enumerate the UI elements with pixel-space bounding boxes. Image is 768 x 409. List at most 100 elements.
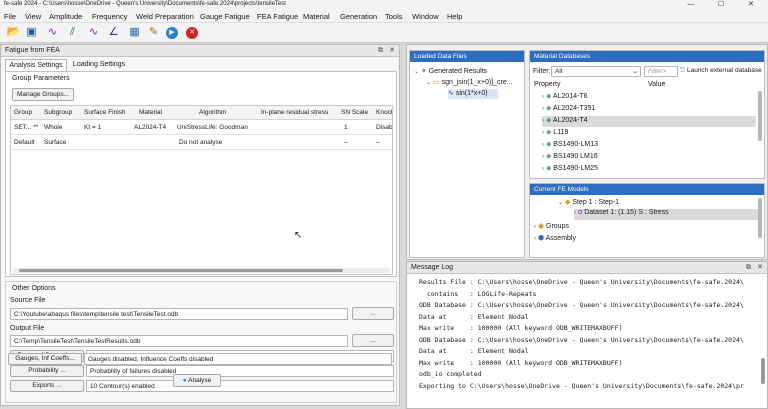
- material-name: AL2024-T351: [552, 105, 596, 112]
- menu-frequency[interactable]: Frequency: [92, 12, 127, 21]
- run-icon[interactable]: ▶: [166, 27, 178, 39]
- exports-status: 10 Contour(s) enabled: [86, 380, 394, 392]
- list-item[interactable]: › ◈ BS1490-LM25: [542, 164, 756, 175]
- material-name: AL2024-T4: [552, 117, 588, 124]
- table-scrollbar[interactable]: [13, 268, 390, 273]
- exports-button[interactable]: Exports ...: [10, 380, 84, 392]
- mouse-cursor-icon: ↖: [294, 230, 303, 241]
- log-line: Results File : C:\Users\hosse\OneDrive -…: [419, 278, 744, 286]
- plot-tool-icon[interactable]: ∠: [106, 25, 121, 40]
- table-tool-icon[interactable]: ▦: [127, 25, 142, 40]
- minimize-button[interactable]: —: [680, 0, 702, 10]
- menu-window[interactable]: Window: [412, 12, 439, 21]
- notes-tool-icon[interactable]: ✎: [146, 25, 161, 40]
- cell-group: Default: [14, 139, 35, 146]
- fe-models-scrollbar[interactable]: [758, 198, 762, 238]
- frequency-tool-icon[interactable]: ⫽: [65, 25, 80, 40]
- table-row[interactable]: Default Surface Do not analyse -- --: [11, 136, 392, 150]
- cell-subgroup: Whole: [44, 124, 63, 131]
- list-item-selected[interactable]: › ◈ AL2024-T4: [542, 116, 756, 127]
- output-file-field[interactable]: C:\Temp\TensileTest\TensileTestResults.o…: [10, 335, 348, 347]
- source-file-field[interactable]: C:\Youtube\abaqus files\temp\tensile tes…: [10, 308, 348, 320]
- menu-fea-fatigue[interactable]: FEA Fatigue: [257, 12, 298, 21]
- material-name: BS1490-LM13: [553, 141, 599, 148]
- chevron-right-icon[interactable]: ›: [534, 236, 536, 242]
- stop-icon[interactable]: ✕: [186, 27, 198, 39]
- col-surface-finish[interactable]: Surface Finish: [84, 109, 126, 116]
- panel-close-icon[interactable]: ✕: [389, 45, 395, 57]
- tree-item-dataset[interactable]: › σ Dataset 1: (1.15) S : Stress: [574, 209, 760, 220]
- menu-material[interactable]: Material: [303, 12, 330, 21]
- menu-amplitude[interactable]: Amplitude: [49, 12, 82, 21]
- col-material[interactable]: Material: [139, 109, 162, 116]
- log-scrollbar[interactable]: [761, 358, 765, 384]
- tree-item-groups[interactable]: › ◉ Groups: [534, 222, 569, 230]
- menu-weld-preparation[interactable]: Weld Preparation: [136, 12, 194, 21]
- undock-icon[interactable]: ⧉: [378, 45, 383, 57]
- material-list: › ◈ AL2014-T6 › ◈ AL2024-T351 › ◈ AL2024…: [542, 90, 756, 178]
- tab-analysis-settings[interactable]: Analysis Settings: [5, 59, 67, 71]
- chevron-down-icon[interactable]: ⌄: [558, 200, 563, 206]
- open-folder-icon[interactable]: 📂: [6, 25, 21, 40]
- gauge-tool-icon[interactable]: ∿: [86, 25, 101, 40]
- menu-view[interactable]: View: [25, 12, 41, 21]
- analyse-button[interactable]: ● Analyse: [173, 374, 221, 387]
- list-item[interactable]: › ◈ BS1490-LM13: [542, 140, 756, 151]
- material-scrollbar[interactable]: [758, 91, 762, 141]
- tab-loading-settings[interactable]: Loading Settings: [69, 59, 129, 71]
- launch-external-database-button[interactable]: ⎋ Launch external database: [680, 67, 762, 75]
- menu-gauge-fatigue[interactable]: Gauge Fatigue: [200, 12, 250, 21]
- col-subgroup[interactable]: Subgroup: [44, 109, 72, 116]
- table-row[interactable]: SET... ** Whole Kt = 1 AL2024-T4 UniStre…: [11, 121, 392, 135]
- col-algorithm[interactable]: Algorithm: [199, 109, 226, 116]
- probability-button[interactable]: Probability ...: [10, 365, 84, 377]
- col-group[interactable]: Group: [14, 109, 32, 116]
- assembly-icon: ⬢: [537, 235, 545, 242]
- col-property[interactable]: Property: [534, 81, 560, 88]
- output-browse-button[interactable]: ...: [352, 334, 394, 347]
- list-item[interactable]: › ◈ BS1490 LM16: [542, 152, 756, 163]
- cell-material: AL2024-T4: [134, 124, 167, 131]
- col-knock[interactable]: Knock: [376, 109, 392, 116]
- material-header: Material Databases: [530, 51, 764, 62]
- chevron-right-icon[interactable]: ›: [534, 224, 536, 230]
- tree-item-generated-results[interactable]: ⌄ ✶ Generated Results: [414, 67, 487, 75]
- cell-sn-scale: --: [344, 139, 349, 146]
- manage-groups-button[interactable]: Manage Groups...: [12, 88, 74, 101]
- source-browse-button[interactable]: ...: [352, 307, 394, 320]
- list-item[interactable]: › ◈ AL2024-T351: [542, 104, 756, 115]
- chevron-down-icon[interactable]: ⌄: [426, 80, 431, 86]
- save-icon[interactable]: ▣: [24, 25, 39, 40]
- message-log-header: Message Log ⧉ ✕: [407, 262, 767, 274]
- material-name: AL2014-T6: [552, 93, 588, 100]
- scrollbar-thumb[interactable]: [19, 269, 343, 272]
- panel-close-icon[interactable]: ✕: [757, 262, 763, 274]
- col-residual-stress[interactable]: In-plane residual stress: [261, 109, 328, 116]
- close-button[interactable]: ✕: [740, 0, 762, 10]
- amplitude-tool-icon[interactable]: ∿: [45, 25, 60, 40]
- menu-help[interactable]: Help: [447, 12, 462, 21]
- cell-sn-scale: 1: [344, 124, 348, 131]
- tree-item-step[interactable]: ⌄ ◆ Step 1 : Step-1: [558, 198, 619, 206]
- filter-label: Filter:: [533, 68, 551, 75]
- list-item[interactable]: › ◈ L119: [542, 128, 756, 139]
- tree-label: Step 1 : Step-1: [572, 199, 620, 206]
- menu-file[interactable]: File: [4, 12, 16, 21]
- undock-icon[interactable]: ⧉: [746, 262, 751, 274]
- results-icon: ✶: [420, 68, 427, 75]
- tree-item-signal[interactable]: ∿ sin(1*x+0): [448, 89, 498, 99]
- tree-item-file[interactable]: ⌄ ▭ sgn_jsin(1_x+0)]_cre...: [426, 78, 524, 86]
- menu-generation[interactable]: Generation: [340, 12, 377, 21]
- tree-item-assembly[interactable]: › ⬢ Assembly: [534, 234, 576, 242]
- filter-text-input[interactable]: Filter>: [644, 66, 678, 77]
- col-sn-scale[interactable]: SN Scale: [341, 109, 368, 116]
- chevron-down-icon[interactable]: ⌄: [414, 69, 419, 75]
- gauges-inf-coeffs-button[interactable]: Gauges, Inf Coeffs...: [8, 353, 82, 365]
- menu-tools[interactable]: Tools: [385, 12, 403, 21]
- chevron-right-icon[interactable]: ›: [574, 210, 576, 216]
- col-value[interactable]: Value: [648, 81, 665, 88]
- cell-surface-finish: Kt = 1: [84, 124, 102, 131]
- maximize-button[interactable]: ☐: [710, 0, 732, 10]
- filter-select[interactable]: All ⌄: [551, 66, 641, 77]
- list-item[interactable]: › ◈ AL2014-T6: [542, 92, 756, 103]
